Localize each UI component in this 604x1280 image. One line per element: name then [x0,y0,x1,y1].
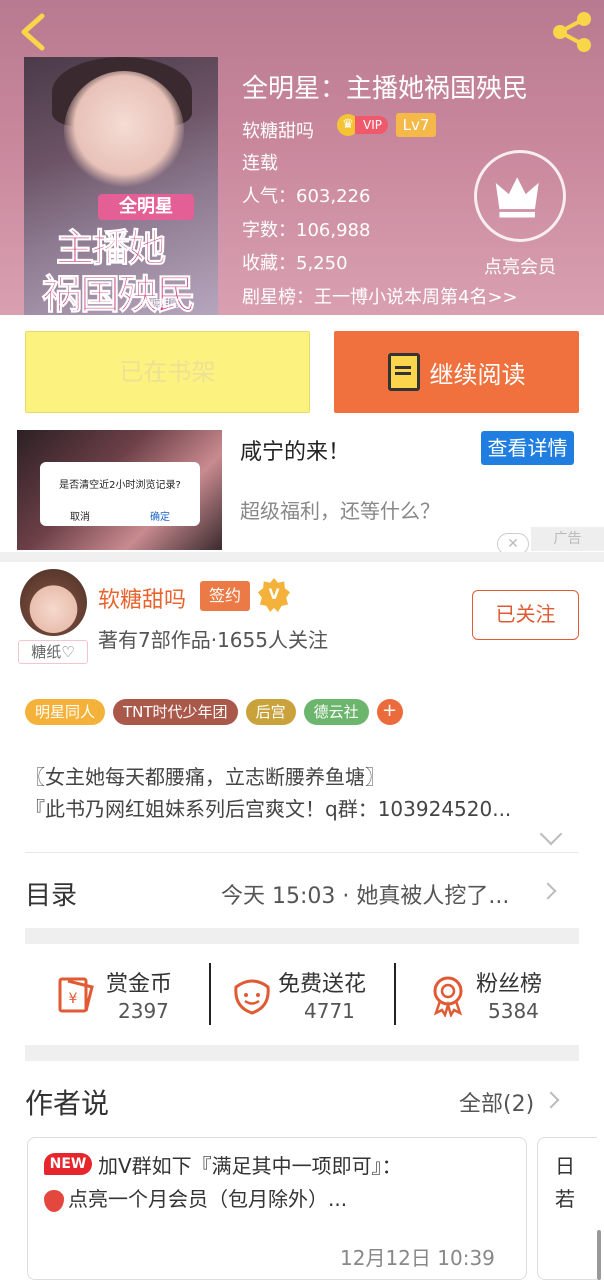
fans-value: 5384 [488,999,539,1023]
vip-badge: ♛ VIP [337,114,388,136]
flower-icon [234,979,270,1015]
back-icon[interactable] [14,10,54,54]
author-says-title: 作者说 [25,1087,110,1120]
chevron-right-icon[interactable] [539,882,557,900]
fans-stat[interactable]: 粉丝榜 5384 [426,963,566,1027]
ad-popup-question: 是否清空近2小时浏览记录? [59,480,181,491]
note-line2: 点亮一个月会员（包月除外）... [44,1183,347,1212]
tag-item[interactable]: TNT时代少年团 [113,699,238,725]
cover-face [64,71,184,191]
avatar-tag: 糖纸♡ [18,640,88,664]
crown-icon [495,177,539,218]
ad-details-button[interactable]: 查看详情 [481,431,574,465]
book-popularity: 人气：603,226 [242,186,371,207]
next-note-peek2: 若 [555,1187,575,1211]
scrollbar[interactable] [597,1230,601,1280]
section-divider [25,928,579,944]
stat-divider [394,963,396,1025]
expand-chevron-icon[interactable] [539,822,563,846]
book-ranking[interactable]: 剧星榜：王一博小说本周第4名>> [242,283,518,309]
note-line1: 加V群如下『满足其中一项即可』： [98,1154,402,1178]
chevron-right-icon[interactable] [542,1091,560,1109]
svg-text:¥: ¥ [69,991,78,1007]
more-tags-button[interactable]: + [376,699,403,725]
continue-reading-label: 继续阅读 [429,360,526,389]
member-label[interactable]: 点亮会员 [470,253,570,279]
reward-label: 赏金币 [106,972,173,997]
book-cover[interactable]: 全明星 主播她 祸国殃民 软糖甜吗 [24,57,218,315]
divider [25,852,579,853]
ad-title[interactable]: 咸宁的来！ [240,434,350,466]
book-header: 全明星 主播她 祸国殃民 软糖甜吗 全明星：主播她祸国殃民 软糖甜吗 ♛ VIP… [0,0,604,315]
level-badge: Lv7 [396,113,436,137]
tag-list: 明星同人 TNT时代少年团 后宫 德云社 + [25,699,403,725]
book-status: 连载 [242,153,278,174]
stat-divider [209,963,211,1025]
strawberry-icon [44,1189,64,1212]
author-name[interactable]: 软糖甜吗 [98,582,186,614]
vip-label: VIP [355,116,388,134]
toc-label[interactable]: 目录 [25,875,77,912]
ad-description[interactable]: 超级福利，还等什么？ [240,495,440,524]
tag-item[interactable]: 德云社 [303,699,369,725]
note-line2-text: 点亮一个月会员（包月除外）... [68,1187,348,1211]
description-line1: 〖女主她每天都腰痛，立志断腰养鱼塘〗 [25,765,385,789]
book-title: 全明星：主播她祸国殃民 [242,74,529,104]
ad-popup-ok: 确定 [150,512,170,523]
toc-latest-chapter[interactable]: 今天 15:03 · 她真被人挖了... [221,878,509,910]
on-shelf-button[interactable]: 已在书架 [25,331,310,413]
section-divider [25,1045,579,1061]
book-icon [387,353,420,391]
ad-popup-cancel: 取消 [70,512,90,523]
verified-icon: V [258,578,290,612]
flower-label: 免费送花 [278,972,367,997]
book-word-count: 字数：106,988 [242,220,371,241]
reward-stat[interactable]: ¥ 赏金币 2397 [54,963,194,1027]
author-info: 著有7部作品·1655人关注 [98,628,328,652]
book-favorites: 收藏：5,250 [242,253,348,274]
signed-badge: 签约 [200,581,250,611]
ad-popup: 是否清空近2小时浏览记录? 取消 确定 [40,462,200,526]
medal-icon [433,976,463,1017]
tag-item[interactable]: 明星同人 [25,699,106,725]
description-line2: 『此书乃网红姐妹系列后宫爽文！q群：103924520... [25,797,512,821]
flower-stat[interactable]: 免费送花 4771 [230,963,390,1027]
next-note-peek1: 日 [555,1154,575,1178]
member-button[interactable] [474,150,566,242]
new-badge: NEW [44,1153,92,1175]
share-icon[interactable] [548,10,596,54]
flower-value: 4771 [304,999,355,1023]
note-date: 12月12日 10:39 [340,1246,495,1270]
section-divider [0,552,604,562]
cover-author: 软糖甜吗 [140,299,180,310]
tag-item[interactable]: 后宫 [245,699,296,725]
fans-label: 粉丝榜 [476,972,543,997]
reward-value: 2397 [118,999,169,1023]
ad-label: 广告 [531,527,604,551]
reward-icon: ¥ [58,977,94,1013]
author-says-all[interactable]: 全部(2) [459,1086,534,1118]
book-author[interactable]: 软糖甜吗 [242,117,314,143]
continue-reading-button[interactable]: 继续阅读 [334,331,579,413]
author-avatar[interactable] [20,569,87,636]
follow-button[interactable]: 已关注 [472,590,579,640]
